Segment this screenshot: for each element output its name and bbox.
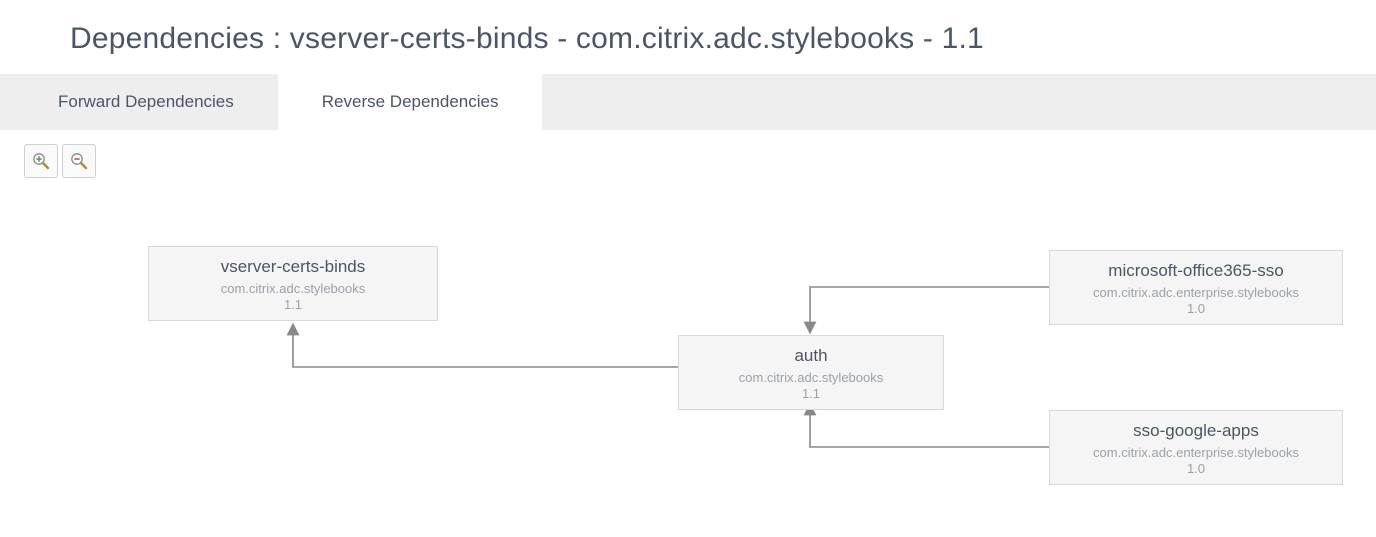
- zoom-out-button[interactable]: [62, 144, 96, 178]
- node-namespace: com.citrix.adc.stylebooks: [157, 281, 429, 297]
- node-title: microsoft-office365-sso: [1058, 261, 1334, 281]
- zoom-in-icon: [31, 151, 51, 171]
- node-version: 1.1: [687, 386, 935, 401]
- node-sso-google-apps[interactable]: sso-google-apps com.citrix.adc.enterpris…: [1049, 410, 1343, 485]
- node-namespace: com.citrix.adc.enterprise.stylebooks: [1058, 285, 1334, 301]
- node-namespace: com.citrix.adc.stylebooks: [687, 370, 935, 386]
- tabs-bar: Forward Dependencies Reverse Dependencie…: [0, 74, 1376, 130]
- node-microsoft-office365-sso[interactable]: microsoft-office365-sso com.citrix.adc.e…: [1049, 250, 1343, 325]
- node-version: 1.0: [1058, 461, 1334, 476]
- node-vserver-certs-binds[interactable]: vserver-certs-binds com.citrix.adc.style…: [148, 246, 438, 321]
- tab-reverse-dependencies[interactable]: Reverse Dependencies: [278, 74, 543, 130]
- zoom-in-button[interactable]: [24, 144, 58, 178]
- node-title: sso-google-apps: [1058, 421, 1334, 441]
- node-version: 1.1: [157, 297, 429, 312]
- toolbar: [0, 130, 1376, 178]
- node-version: 1.0: [1058, 301, 1334, 316]
- node-title: auth: [687, 346, 935, 366]
- node-title: vserver-certs-binds: [157, 257, 429, 277]
- zoom-out-icon: [69, 151, 89, 171]
- page-title: Dependencies : vserver-certs-binds - com…: [0, 0, 1376, 74]
- tab-forward-dependencies[interactable]: Forward Dependencies: [14, 74, 278, 130]
- node-namespace: com.citrix.adc.enterprise.stylebooks: [1058, 445, 1334, 461]
- node-auth[interactable]: auth com.citrix.adc.stylebooks 1.1: [678, 335, 944, 410]
